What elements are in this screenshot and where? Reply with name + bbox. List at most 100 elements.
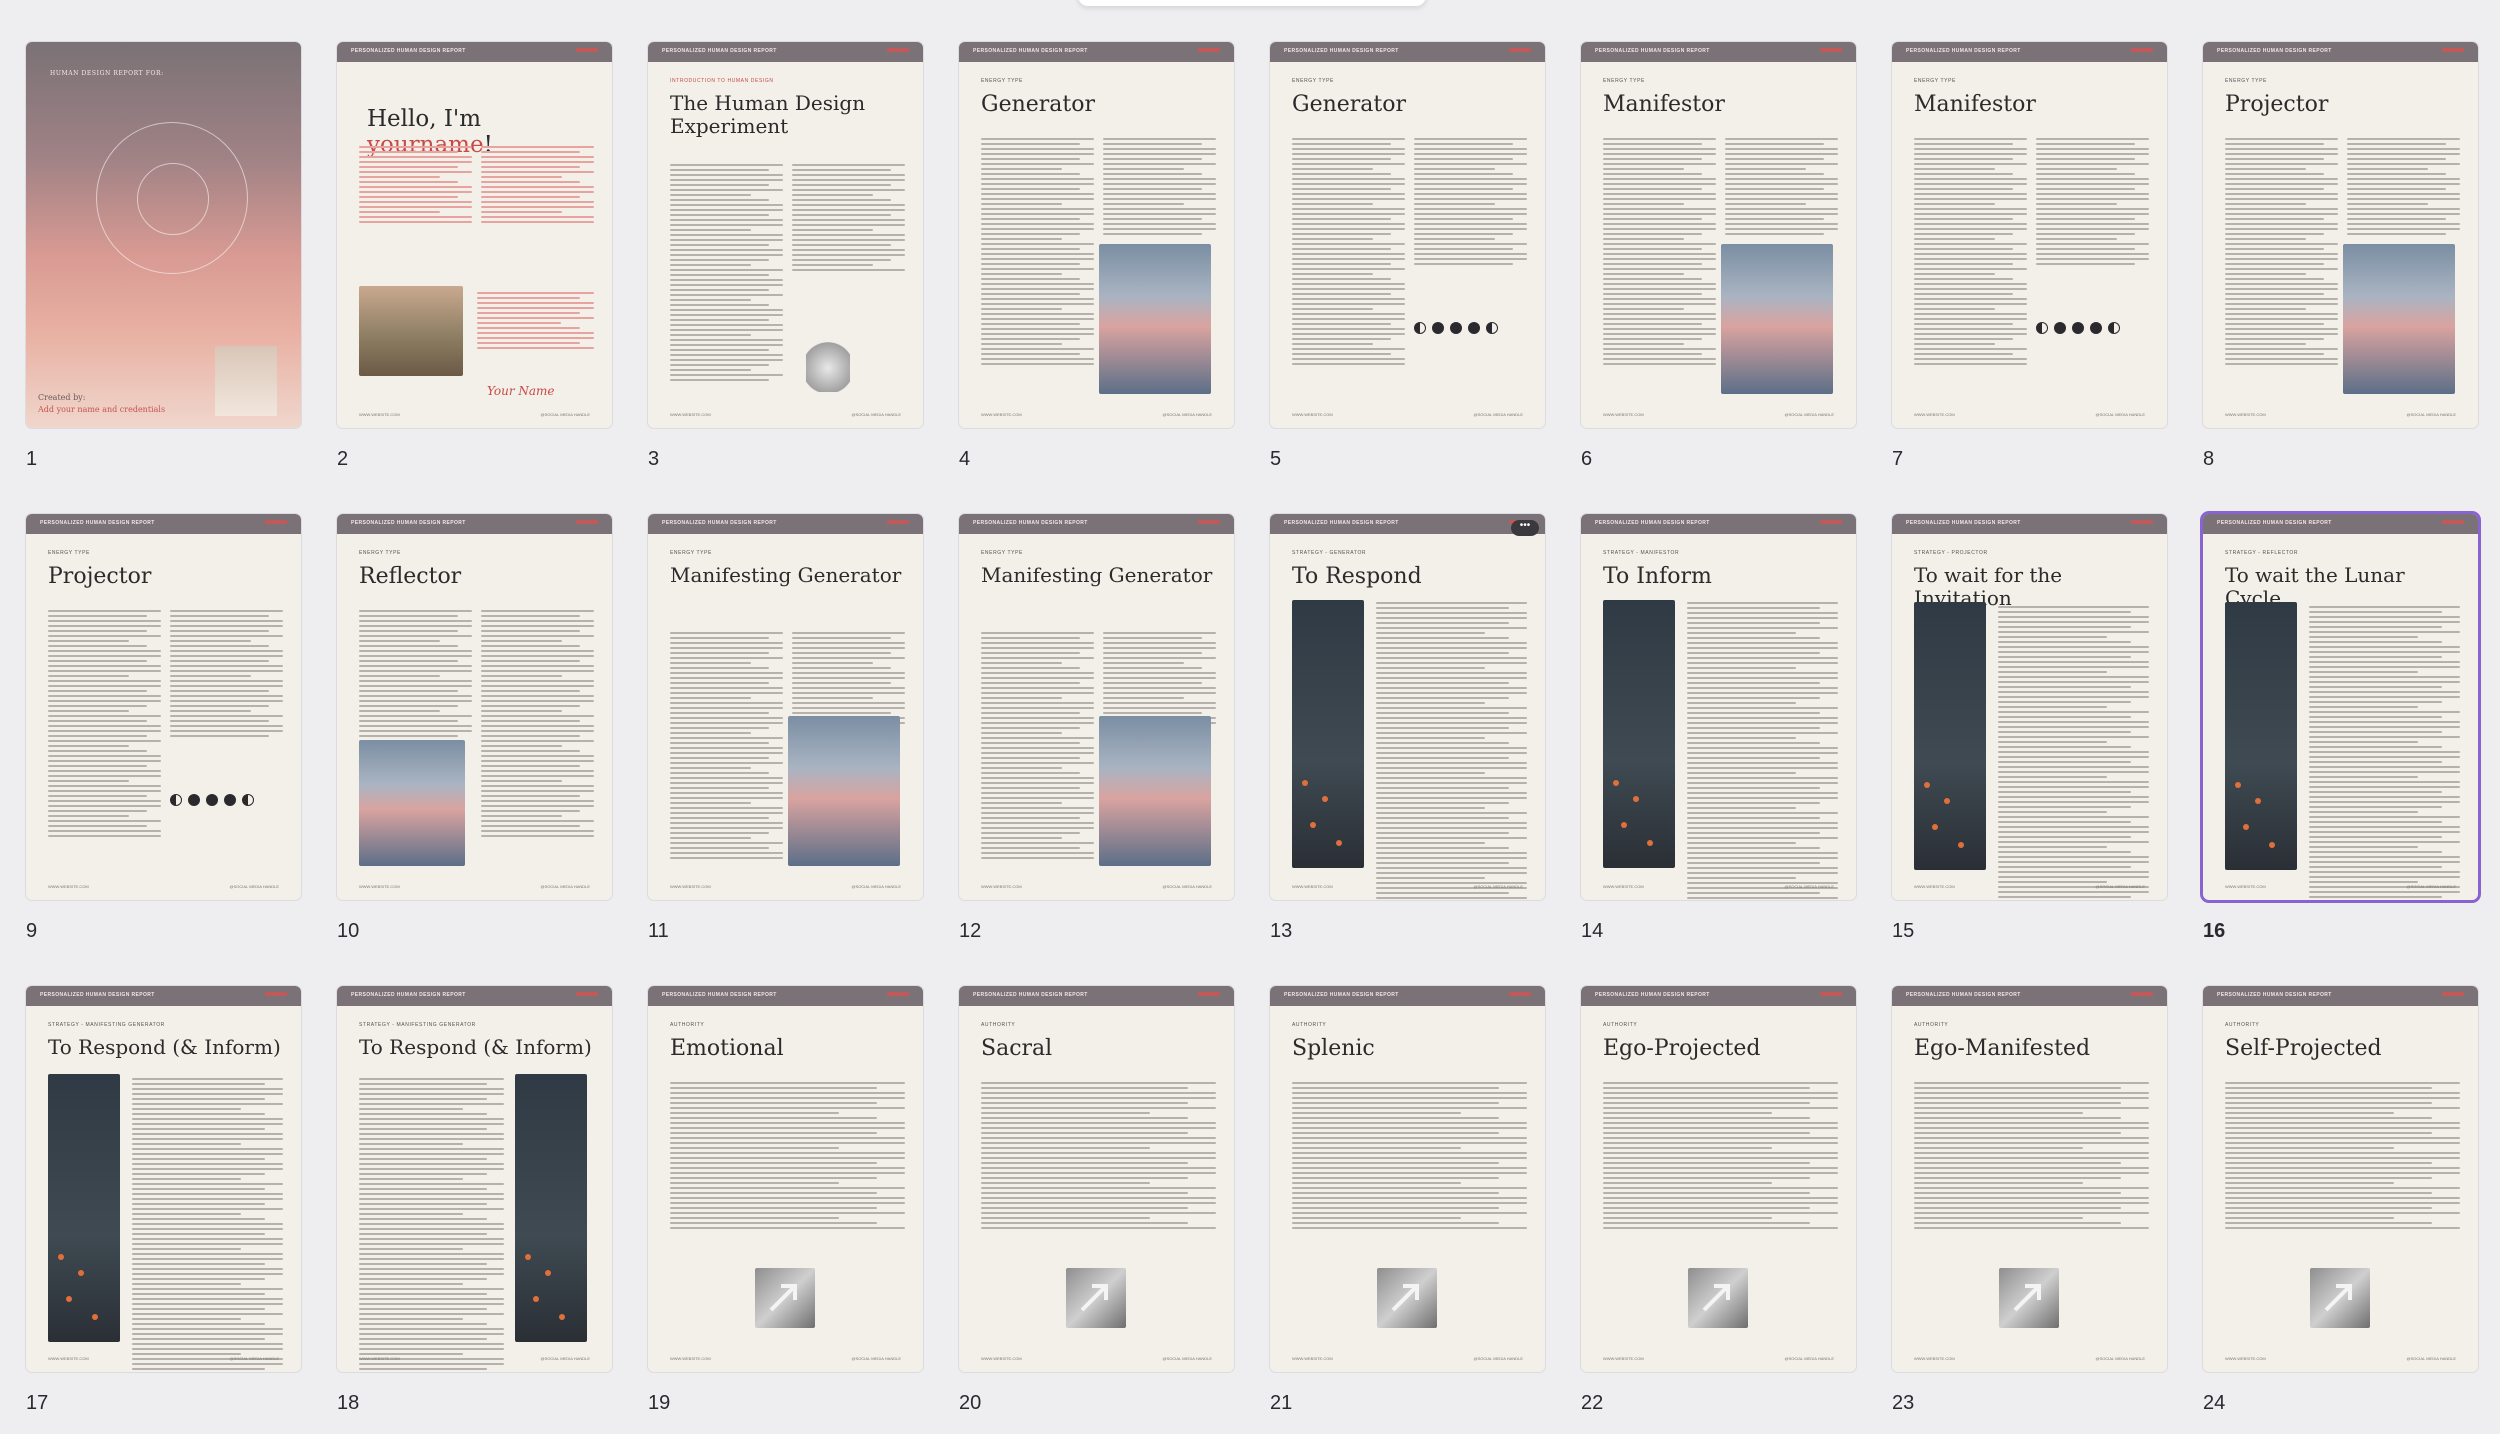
page-thumbnail[interactable]: PERSONALIZED HUMAN DESIGN REPORT STRATEGY… xyxy=(337,986,612,1414)
page-preview[interactable]: PERSONALIZED HUMAN DESIGN REPORT STRATEGY… xyxy=(2203,514,2478,900)
page-preview[interactable]: PERSONALIZED HUMAN DESIGN REPORT STRATEGY… xyxy=(337,986,612,1372)
page-thumbnail[interactable]: PERSONALIZED HUMAN DESIGN REPORT STRATEGY… xyxy=(1581,514,1856,942)
footer-website: WWW.WEBSITE.COM xyxy=(48,1356,89,1361)
page-header-bar: PERSONALIZED HUMAN DESIGN REPORT xyxy=(1581,42,1856,62)
header-accent xyxy=(1820,520,1842,524)
arrow-image xyxy=(2310,1268,2370,1328)
footer-website: WWW.WEBSITE.COM xyxy=(1914,412,1955,417)
page-thumbnail[interactable]: PERSONALIZED HUMAN DESIGN REPORT ENERGY T… xyxy=(1892,42,2167,470)
page-title: Projector xyxy=(48,564,152,589)
page-header-bar: PERSONALIZED HUMAN DESIGN REPORT xyxy=(959,514,1234,534)
page-thumbnail[interactable]: PERSONALIZED HUMAN DESIGN REPORT STRATEGY… xyxy=(26,986,301,1414)
page-header-bar: PERSONALIZED HUMAN DESIGN REPORT xyxy=(1581,514,1856,534)
page-preview[interactable]: PERSONALIZED HUMAN DESIGN REPORT AUTHORIT… xyxy=(959,986,1234,1372)
page-header-bar: PERSONALIZED HUMAN DESIGN REPORT xyxy=(2203,986,2478,1006)
page-title: To Respond (& Inform) xyxy=(359,1035,592,1059)
sky-photo xyxy=(1099,716,1211,866)
page-preview[interactable]: PERSONALIZED HUMAN DESIGN REPORT ENERGY T… xyxy=(648,514,923,900)
page-thumbnail[interactable]: PERSONALIZED HUMAN DESIGN REPORT INTRODUC… xyxy=(648,42,923,470)
footer-social: @SOCIAL MEDIA HANDLE xyxy=(540,1356,590,1361)
footer-website: WWW.WEBSITE.COM xyxy=(1603,1356,1644,1361)
page-header-bar: PERSONALIZED HUMAN DESIGN REPORT xyxy=(648,986,923,1006)
page-header-text: PERSONALIZED HUMAN DESIGN REPORT xyxy=(40,992,155,998)
page-preview[interactable]: PERSONALIZED HUMAN DESIGN REPORT ENERGY T… xyxy=(1581,42,1856,428)
page-preview[interactable]: PERSONALIZED HUMAN DESIGN REPORT INTRODUC… xyxy=(648,42,923,428)
page-thumbnail[interactable]: PERSONALIZED HUMAN DESIGN REPORT ENERGY T… xyxy=(26,514,301,942)
page-thumbnail[interactable]: PERSONALIZED HUMAN DESIGN REPORT ENERGY T… xyxy=(959,514,1234,942)
page-thumbnail[interactable]: PERSONALIZED HUMAN DESIGN REPORT ENERGY T… xyxy=(648,514,923,942)
page-preview[interactable]: HUMAN DESIGN REPORT FOR: Created by: Add y… xyxy=(26,42,301,428)
page-preview[interactable]: PERSONALIZED HUMAN DESIGN REPORT ENERGY T… xyxy=(2203,42,2478,428)
header-accent xyxy=(1509,48,1531,52)
page-thumbnail[interactable]: PERSONALIZED HUMAN DESIGN REPORT STRATEGY… xyxy=(2203,514,2478,942)
page-thumbnail[interactable]: HUMAN DESIGN REPORT FOR: Created by: Add y… xyxy=(26,42,301,470)
page-number: 6 xyxy=(1581,448,1593,470)
page-thumbnail[interactable]: PERSONALIZED HUMAN DESIGN REPORT AUTHORIT… xyxy=(1892,986,2167,1414)
page-thumbnail[interactable]: PERSONALIZED HUMAN DESIGN REPORT AUTHORIT… xyxy=(648,986,923,1414)
page-number: 8 xyxy=(2203,448,2215,470)
page-thumbnail[interactable]: PERSONALIZED HUMAN DESIGN REPORT AUTHORIT… xyxy=(1270,986,1545,1414)
page-preview[interactable]: PERSONALIZED HUMAN DESIGN REPORT ENERGY T… xyxy=(1892,42,2167,428)
page-preview[interactable]: PERSONALIZED HUMAN DESIGN REPORT ENERGY T… xyxy=(1270,42,1545,428)
page-title: Splenic xyxy=(1292,1036,1375,1061)
page-thumbnail[interactable]: PERSONALIZED HUMAN DESIGN REPORT ENERGY T… xyxy=(337,514,612,942)
page-number: 11 xyxy=(648,920,669,942)
page-preview[interactable]: PERSONALIZED HUMAN DESIGN REPORT ENERGY T… xyxy=(959,42,1234,428)
page-thumbnail[interactable]: PERSONALIZED HUMAN DESIGN REPORT ENERGY T… xyxy=(959,42,1234,470)
page-thumbnail[interactable]: PERSONALIZED HUMAN DESIGN REPORT ENERGY T… xyxy=(1270,42,1545,470)
page-preview[interactable]: PERSONALIZED HUMAN DESIGN REPORT ENERGY T… xyxy=(26,514,301,900)
page-thumbnail[interactable]: PERSONALIZED HUMAN DESIGN REPORT Hello, I… xyxy=(337,42,612,470)
page-header-bar: PERSONALIZED HUMAN DESIGN REPORT xyxy=(959,42,1234,62)
page-thumbnail[interactable]: PERSONALIZED HUMAN DESIGN REPORT ENERGY T… xyxy=(1581,42,1856,470)
moon-phases-graphic xyxy=(2036,322,2120,334)
page-preview[interactable]: PERSONALIZED HUMAN DESIGN REPORT STRATEGY… xyxy=(1270,514,1545,900)
more-options-button[interactable]: ••• xyxy=(1511,520,1539,536)
footer-website: WWW.WEBSITE.COM xyxy=(2225,1356,2266,1361)
page-title: Reflector xyxy=(359,564,462,589)
page-preview[interactable]: PERSONALIZED HUMAN DESIGN REPORT AUTHORIT… xyxy=(1270,986,1545,1372)
page-number: 1 xyxy=(26,448,38,470)
page-preview[interactable]: PERSONALIZED HUMAN DESIGN REPORT ENERGY T… xyxy=(959,514,1234,900)
page-preview[interactable]: PERSONALIZED HUMAN DESIGN REPORT ENERGY T… xyxy=(337,514,612,900)
footer-social: @SOCIAL MEDIA HANDLE xyxy=(540,412,590,417)
page-header-text: PERSONALIZED HUMAN DESIGN REPORT xyxy=(973,520,1088,526)
footer-social: @SOCIAL MEDIA HANDLE xyxy=(1473,884,1523,889)
header-accent xyxy=(2442,992,2464,996)
page-preview[interactable]: PERSONALIZED HUMAN DESIGN REPORT STRATEGY… xyxy=(1581,514,1856,900)
page-thumbnail[interactable]: PERSONALIZED HUMAN DESIGN REPORT AUTHORIT… xyxy=(2203,986,2478,1414)
footer-website: WWW.WEBSITE.COM xyxy=(359,1356,400,1361)
footer-website: WWW.WEBSITE.COM xyxy=(1292,412,1333,417)
page-thumbnail-grid: HUMAN DESIGN REPORT FOR: Created by: Add y… xyxy=(26,42,2478,1414)
top-toolbar-pill[interactable] xyxy=(1078,0,1426,6)
page-thumbnail[interactable]: PERSONALIZED HUMAN DESIGN REPORT STRATEGY… xyxy=(1892,514,2167,942)
page-preview[interactable]: PERSONALIZED HUMAN DESIGN REPORT AUTHORIT… xyxy=(648,986,923,1372)
footer-social: @SOCIAL MEDIA HANDLE xyxy=(2406,412,2456,417)
page-preview[interactable]: PERSONALIZED HUMAN DESIGN REPORT Hello, I… xyxy=(337,42,612,428)
moon-phases-graphic xyxy=(170,794,254,806)
page-number: 21 xyxy=(1270,1392,1293,1414)
page-preview[interactable]: PERSONALIZED HUMAN DESIGN REPORT STRATEGY… xyxy=(26,986,301,1372)
page-thumbnail[interactable]: PERSONALIZED HUMAN DESIGN REPORT AUTHORIT… xyxy=(959,986,1234,1414)
page-thumbnail[interactable]: PERSONALIZED HUMAN DESIGN REPORT ENERGY T… xyxy=(2203,42,2478,470)
footer-website: WWW.WEBSITE.COM xyxy=(1914,1356,1955,1361)
page-header-text: PERSONALIZED HUMAN DESIGN REPORT xyxy=(2217,520,2332,526)
page-title: Projector xyxy=(2225,92,2329,117)
page-preview[interactable]: PERSONALIZED HUMAN DESIGN REPORT AUTHORIT… xyxy=(1892,986,2167,1372)
footer-social: @SOCIAL MEDIA HANDLE xyxy=(1473,1356,1523,1361)
moon-phases-graphic xyxy=(1414,322,1498,334)
header-accent xyxy=(887,48,909,52)
page-thumbnail[interactable]: PERSONALIZED HUMAN DESIGN REPORT STRATEGY… xyxy=(1270,514,1545,942)
arrow-up-right-icon xyxy=(1702,1284,1730,1312)
page-title: To Respond (& Inform) xyxy=(48,1035,281,1059)
page-preview[interactable]: PERSONALIZED HUMAN DESIGN REPORT STRATEGY… xyxy=(1892,514,2167,900)
page-header-text: PERSONALIZED HUMAN DESIGN REPORT xyxy=(662,992,777,998)
footer-website: WWW.WEBSITE.COM xyxy=(1292,884,1333,889)
arrow-up-right-icon xyxy=(769,1284,797,1312)
page-preview[interactable]: PERSONALIZED HUMAN DESIGN REPORT AUTHORIT… xyxy=(1581,986,1856,1372)
page-thumbnail[interactable]: PERSONALIZED HUMAN DESIGN REPORT AUTHORIT… xyxy=(1581,986,1856,1414)
section-kicker: AUTHORITY xyxy=(981,1022,1016,1028)
night-photo xyxy=(515,1074,587,1342)
header-accent xyxy=(887,520,909,524)
page-preview[interactable]: PERSONALIZED HUMAN DESIGN REPORT AUTHORIT… xyxy=(2203,986,2478,1372)
footer-website: WWW.WEBSITE.COM xyxy=(981,1356,1022,1361)
